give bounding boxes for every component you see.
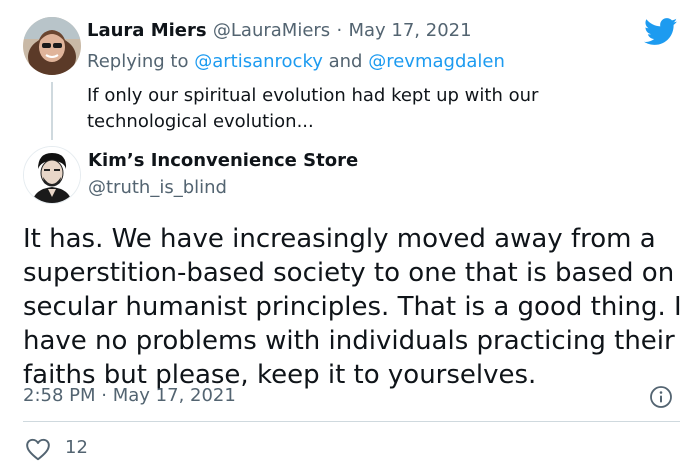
main-author-handle[interactable]: @truth_is_blind xyxy=(88,177,227,198)
tweet-timestamp[interactable]: 2:58 PM · May 17, 2021 xyxy=(23,385,236,406)
like-count: 12 xyxy=(65,437,88,458)
tweet-time[interactable]: 2:58 PM xyxy=(23,385,96,406)
main-tweet-text: It has. We have increasingly moved away … xyxy=(23,224,682,390)
heart-icon[interactable] xyxy=(25,437,51,465)
mention-revmagdalen[interactable]: @revmagdalen xyxy=(368,51,505,72)
info-icon[interactable] xyxy=(649,385,673,413)
main-author-name[interactable]: Kim’s Inconvenience Store xyxy=(88,150,358,171)
thread-connector xyxy=(51,82,53,140)
divider xyxy=(23,421,680,422)
mention-artisanrocky[interactable]: @artisanrocky xyxy=(194,51,323,72)
reply-author[interactable]: Laura Miers @LauraMiers · May 17, 2021 xyxy=(87,20,472,41)
reply-date[interactable]: May 17, 2021 xyxy=(348,20,471,41)
replying-prefix: Replying to xyxy=(87,51,189,72)
twitter-bird-icon[interactable] xyxy=(644,18,678,50)
replying-to: Replying to @artisanrocky and @revmagdal… xyxy=(87,51,505,72)
tweet-date[interactable]: May 17, 2021 xyxy=(113,385,236,406)
reply-avatar[interactable] xyxy=(23,17,81,75)
reply-separator: · xyxy=(336,20,343,41)
reply-author-name[interactable]: Laura Miers xyxy=(87,20,207,41)
reply-author-handle[interactable]: @LauraMiers xyxy=(213,20,330,41)
main-avatar[interactable] xyxy=(23,146,81,204)
reply-tweet-text: If only our spiritual evolution had kept… xyxy=(87,85,539,132)
replying-conjunction: and xyxy=(328,51,363,72)
tweet-meta-separator: · xyxy=(101,385,107,406)
